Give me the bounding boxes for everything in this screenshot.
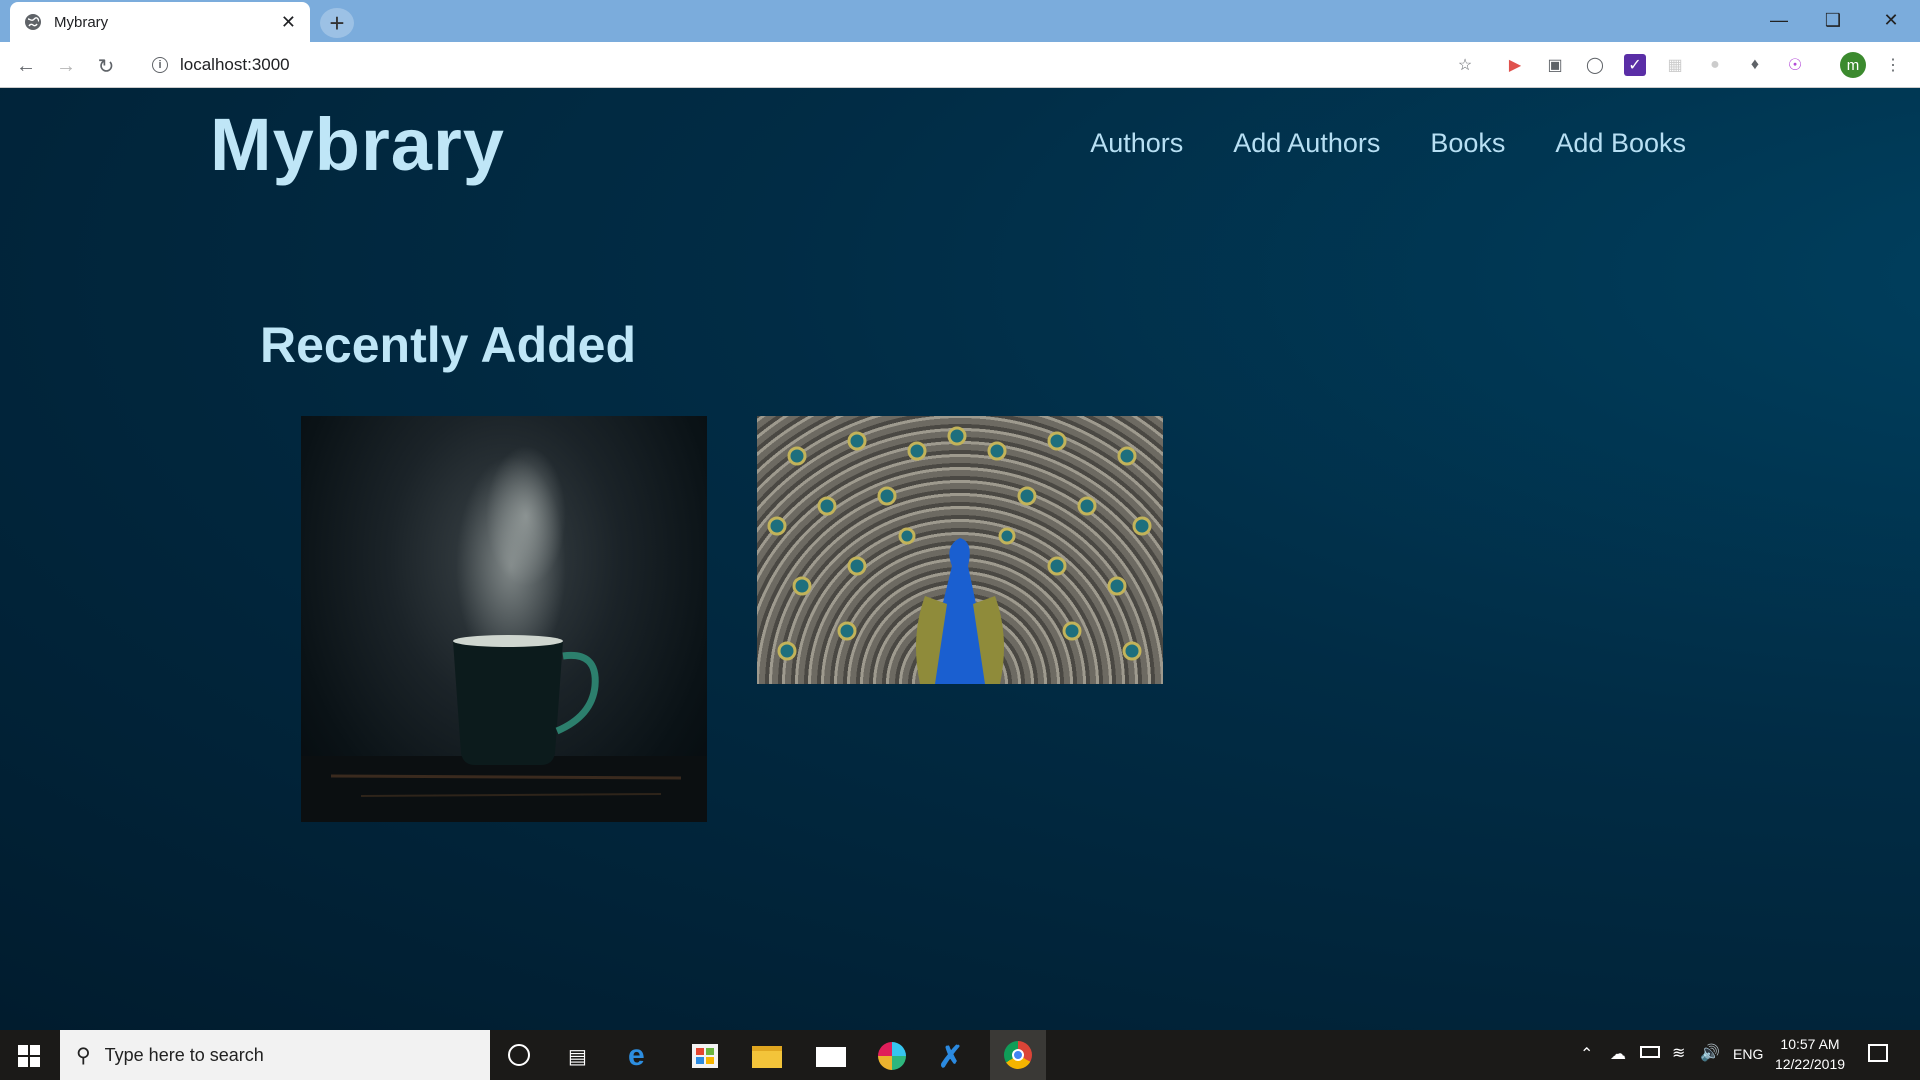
nav-books[interactable]: Books [1430, 128, 1505, 159]
wifi-icon[interactable]: ≋ [1672, 1043, 1685, 1063]
menu-icon[interactable]: ⋮ [1882, 54, 1904, 76]
clock-date: 12/22/2019 [1774, 1056, 1846, 1072]
mail-icon[interactable] [816, 1047, 846, 1067]
book-cover-peacock[interactable] [757, 416, 1163, 684]
screenshot-extension-icon[interactable]: ▣ [1544, 54, 1566, 76]
section-heading: Recently Added [260, 317, 637, 373]
nav-authors[interactable]: Authors [1090, 128, 1183, 159]
globe-icon [25, 14, 41, 30]
taskbar-search-placeholder: Type here to search [104, 1044, 264, 1065]
url-text: localhost:3000 [180, 55, 290, 74]
browser-toolbar: ← → ↻ i localhost:3000 ☆ ▶ ▣ ◯ ✓ ▦ ● ♦ ☉… [0, 42, 1920, 88]
browser-tabstrip: Mybrary ✕ + — ❑ ✕ [0, 0, 1920, 42]
profile-avatar[interactable]: m [1840, 52, 1866, 78]
nav-add-authors[interactable]: Add Authors [1233, 128, 1380, 159]
main-nav: Authors Add Authors Books Add Books [1090, 128, 1686, 159]
checkbox-extension-icon[interactable]: ✓ [1624, 54, 1646, 76]
taskbar: ⚲ Type here to search ▤ e ✗ ⌃ ☁ ≋ 🔊 ENG … [0, 1030, 1920, 1080]
tab-title: Mybrary [54, 13, 109, 31]
file-explorer-icon[interactable] [752, 1046, 782, 1068]
cortana-icon[interactable] [508, 1044, 530, 1066]
store-icon[interactable] [692, 1044, 718, 1068]
search-icon: ⚲ [76, 1044, 91, 1067]
extension-icon[interactable]: ▦ [1664, 54, 1686, 76]
chrome-taskbar-icon[interactable] [990, 1030, 1046, 1080]
battery-icon[interactable] [1640, 1046, 1660, 1058]
edge-icon[interactable]: e [628, 1039, 645, 1073]
extension-icon[interactable]: ● [1704, 54, 1726, 76]
close-tab-icon[interactable]: ✕ [281, 13, 296, 31]
task-view-icon[interactable]: ▤ [568, 1044, 587, 1069]
taskbar-search-box[interactable]: ⚲ Type here to search [60, 1030, 490, 1080]
clock[interactable]: 10:57 AM 12/22/2019 [1770, 1034, 1850, 1074]
reload-icon[interactable]: ↻ [92, 52, 120, 80]
onedrive-icon[interactable]: ☁ [1610, 1044, 1626, 1064]
volume-icon[interactable]: 🔊 [1700, 1043, 1720, 1063]
puzzle-icon[interactable]: ♦ [1744, 54, 1766, 76]
browser-tab[interactable]: Mybrary ✕ [10, 2, 310, 42]
book-cover-mug[interactable] [301, 416, 707, 822]
forward-icon[interactable]: → [52, 52, 80, 80]
bookmark-star-icon[interactable]: ☆ [1454, 54, 1476, 76]
clock-time: 10:57 AM [1780, 1036, 1840, 1052]
site-logo[interactable]: Mybrary [210, 102, 505, 187]
mug-image [301, 446, 707, 822]
extension-icon[interactable]: ◯ [1584, 54, 1606, 76]
nav-add-books[interactable]: Add Books [1555, 128, 1686, 159]
language-indicator[interactable]: ENG [1733, 1046, 1763, 1062]
vscode-icon[interactable]: ✗ [938, 1040, 963, 1075]
back-icon[interactable]: ← [12, 52, 40, 80]
extension-icon[interactable]: ☉ [1784, 54, 1806, 76]
address-bar[interactable]: i localhost:3000 [138, 47, 1488, 83]
windows-start-icon[interactable] [18, 1045, 40, 1067]
info-icon[interactable]: i [152, 57, 168, 73]
show-hidden-icons-icon[interactable]: ⌃ [1580, 1044, 1593, 1064]
window-close-icon[interactable]: ✕ [1862, 0, 1920, 40]
peacock-image [767, 426, 1152, 684]
restore-icon[interactable]: ❑ [1804, 0, 1862, 40]
page-content: Mybrary Authors Add Authors Books Add Bo… [0, 88, 1920, 1030]
extension-icon[interactable]: ▶ [1504, 54, 1526, 76]
notifications-icon[interactable] [1868, 1044, 1888, 1062]
new-tab-button[interactable]: + [320, 8, 354, 38]
slack-icon[interactable] [878, 1042, 906, 1070]
minimize-icon[interactable]: — [1750, 0, 1808, 40]
